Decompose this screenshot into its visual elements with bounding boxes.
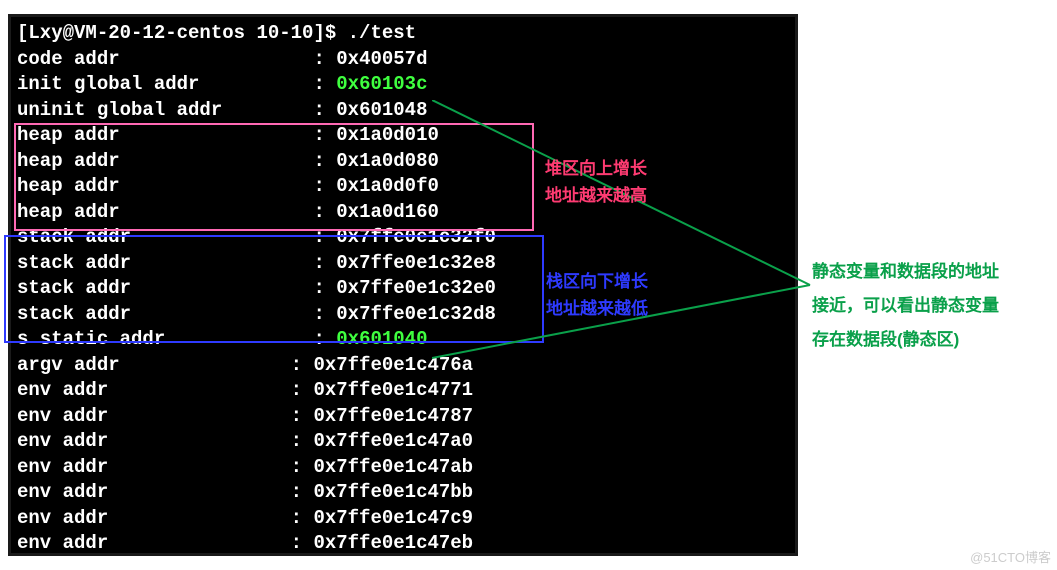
static-annotation: 静态变量和数据段的地址 接近，可以看出静态变量 存在数据段(静态区) <box>812 255 999 357</box>
static-annotation-line1: 静态变量和数据段的地址 <box>812 255 999 289</box>
heap-annotation-line1: 堆区向上增长 <box>545 155 647 182</box>
static-annotation-line2: 接近，可以看出静态变量 <box>812 289 999 323</box>
static-annotation-line3: 存在数据段(静态区) <box>812 323 999 357</box>
watermark: @51CTO博客 <box>970 547 1051 566</box>
heap-annotation-line2: 地址越来越高 <box>545 182 647 209</box>
terminal-output: [Lxy@VM-20-12-centos 10-10]$ ./test code… <box>11 17 633 553</box>
stack-annotation: 栈区向下增长 地址越来越低 <box>546 268 648 322</box>
stack-annotation-line2: 地址越来越低 <box>546 295 648 322</box>
stack-annotation-line1: 栈区向下增长 <box>546 268 648 295</box>
heap-annotation: 堆区向上增长 地址越来越高 <box>545 155 647 209</box>
